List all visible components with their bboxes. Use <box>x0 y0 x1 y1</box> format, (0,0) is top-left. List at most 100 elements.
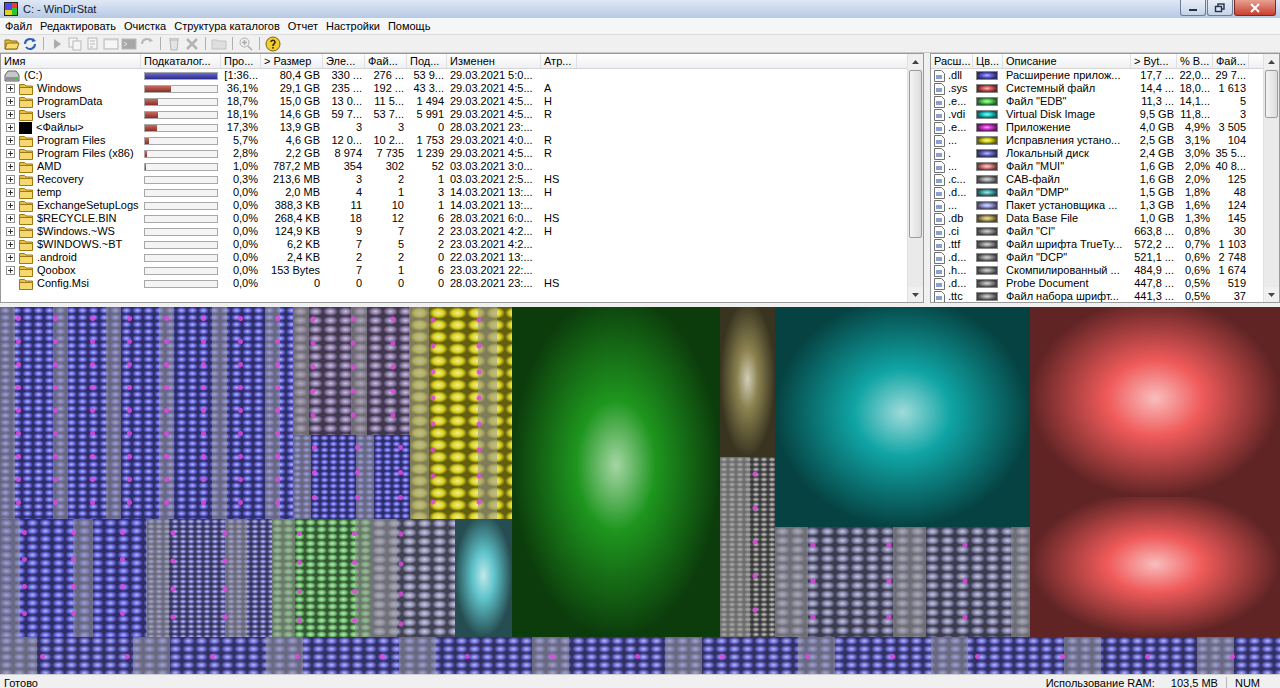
treemap-tile[interactable] <box>0 307 293 519</box>
extension-row[interactable]: .ciФайл "CI"663,8 ...0,8%30 <box>931 225 1263 238</box>
directory-row[interactable]: ProgramData18,7%15,0 GB13 0...11 5...1 4… <box>1 95 907 108</box>
extension-row[interactable]: .ttfФайл шрифта TrueTy...572,2 ...0,7%1 … <box>931 238 1263 251</box>
column-header[interactable]: Эле... <box>323 54 365 68</box>
toolbar-button[interactable] <box>22 36 38 52</box>
treemap-tile[interactable] <box>1030 307 1280 497</box>
treemap-tile[interactable] <box>512 307 720 637</box>
scroll-track[interactable] <box>1264 69 1279 287</box>
treemap-tile[interactable] <box>293 307 410 435</box>
scroll-down-button[interactable] <box>908 287 923 302</box>
column-header[interactable]: Фай... <box>1213 54 1249 68</box>
treemap-tile[interactable] <box>1030 497 1280 637</box>
extension-row[interactable]: .ttcФайл набора шрифт...441,3 ...0,5%37 <box>931 290 1263 302</box>
expand-button[interactable] <box>6 162 15 171</box>
toolbar-button[interactable] <box>49 36 65 52</box>
directory-row[interactable]: <Файлы>17,3%13,9 GB33028.03.2021 23:... <box>1 121 907 134</box>
column-header[interactable]: Фай... <box>365 54 407 68</box>
expand-button[interactable] <box>6 240 15 249</box>
close-button[interactable] <box>1234 0 1276 16</box>
directory-row[interactable]: $Windows.~WS0,0%124,9 KB97223.03.2021 4:… <box>1 225 907 238</box>
treemap-tile[interactable] <box>775 527 1030 637</box>
scroll-thumb[interactable] <box>1265 70 1278 118</box>
treemap-tile[interactable] <box>0 637 1280 674</box>
expand-button[interactable] <box>6 253 15 262</box>
extension-row[interactable]: ...Исправления устано...2,5 GB3,1%104 <box>931 134 1263 147</box>
expand-button[interactable] <box>6 175 15 184</box>
column-header[interactable]: Под... <box>407 54 447 68</box>
extension-row[interactable]: .d...Файл "DMP"1,5 GB1,8%48 <box>931 186 1263 199</box>
expand-button[interactable] <box>6 123 15 132</box>
scroll-thumb[interactable] <box>909 70 922 238</box>
extension-row[interactable]: .vdiVirtual Disk Image9,5 GB11,8...3 <box>931 108 1263 121</box>
menu-item[interactable]: Структура каталогов <box>171 19 285 34</box>
toolbar-button[interactable] <box>238 36 254 52</box>
scroll-up-button[interactable] <box>1264 54 1279 69</box>
treemap[interactable] <box>0 307 1280 674</box>
treemap-tile[interactable] <box>372 519 455 637</box>
menu-item[interactable]: Помощь <box>385 19 436 34</box>
expand-button[interactable] <box>6 110 15 119</box>
menu-item[interactable]: Отчет <box>285 19 323 34</box>
toolbar-button[interactable] <box>121 36 137 52</box>
scroll-up-button[interactable] <box>908 54 923 69</box>
scroll-down-button[interactable] <box>1264 287 1279 302</box>
column-header[interactable]: > Размер <box>261 54 323 68</box>
expand-button[interactable] <box>6 201 15 210</box>
extension-row[interactable]: .h...Скомпилированный ...484,9 ...0,6%1 … <box>931 264 1263 277</box>
extension-row[interactable]: .d...Probe Document447,8 ...0,5%519 <box>931 277 1263 290</box>
directory-row[interactable]: Windows36,1%29,1 GB235 ...192 ...43 3...… <box>1 82 907 95</box>
extension-row[interactable]: .dllРасширение прилож...17,7 ...22,0...2… <box>931 69 1263 82</box>
directory-row[interactable]: $WINDOWS.~BT0,0%6,2 KB75223.03.2021 4:2.… <box>1 238 907 251</box>
extension-row[interactable]: .d...Файл "DCP"521,1 ...0,6%2 748 <box>931 251 1263 264</box>
directory-row[interactable]: Qoobox0,0%153 Bytes71623.03.2021 22:... <box>1 264 907 277</box>
directory-row[interactable]: Program Files (x86)2,8%2,2 GB8 9747 7351… <box>1 147 907 160</box>
column-header[interactable]: Описание <box>1003 54 1131 68</box>
extension-row[interactable]: ...Пакет установщика ...1,3 GB1,6%124 <box>931 199 1263 212</box>
directory-row[interactable]: Program Files5,7%4,6 GB12 0...10 2...1 7… <box>1 134 907 147</box>
extension-row[interactable]: .dbData Base File1,0 GB1,3%145 <box>931 212 1263 225</box>
vertical-scrollbar[interactable] <box>907 54 923 302</box>
toolbar-button[interactable] <box>4 36 20 52</box>
toolbar-button[interactable] <box>184 36 200 52</box>
menu-item[interactable]: Редактировать <box>37 19 121 34</box>
treemap-tile[interactable] <box>410 307 512 519</box>
directory-row[interactable]: .android0,0%2,4 KB22022.03.2021 13:... <box>1 251 907 264</box>
menu-item[interactable]: Настройки <box>323 19 385 34</box>
treemap-tile[interactable] <box>455 519 512 637</box>
directory-row[interactable]: temp0,0%2,0 MB41314.03.2021 13:...H <box>1 186 907 199</box>
minimize-button[interactable] <box>1180 0 1206 16</box>
vertical-scrollbar[interactable] <box>1263 54 1279 302</box>
column-header[interactable]: > Byt... <box>1131 54 1177 68</box>
extension-row[interactable]: .c...CAB-файл1,6 GB2,0%125 <box>931 173 1263 186</box>
treemap-tile[interactable] <box>775 307 1030 527</box>
treemap-tile[interactable] <box>147 519 272 637</box>
directory-row[interactable]: $RECYCLE.BIN0,0%268,4 KB1812628.03.2021 … <box>1 212 907 225</box>
expand-button[interactable] <box>6 266 15 275</box>
treemap-tile[interactable] <box>720 307 775 457</box>
expand-button[interactable] <box>6 84 15 93</box>
column-header[interactable]: Атр... <box>541 54 577 68</box>
toolbar-button[interactable] <box>265 36 281 52</box>
treemap-tile[interactable] <box>272 519 372 637</box>
extension-row[interactable]: .e...Файл "EDB"11,3 ...14,1...5 <box>931 95 1263 108</box>
treemap-tile[interactable] <box>293 435 410 519</box>
column-header[interactable]: Про... <box>221 54 261 68</box>
column-header[interactable]: Имя <box>1 54 141 68</box>
directory-row[interactable]: Users18,1%14,6 GB59 7...53 7...5 99129.0… <box>1 108 907 121</box>
extension-row[interactable]: .sysСистемный файл14,4 ...18,0...1 613 <box>931 82 1263 95</box>
expand-button[interactable] <box>6 136 15 145</box>
expand-button[interactable] <box>6 188 15 197</box>
toolbar-button[interactable] <box>103 36 119 52</box>
toolbar-button[interactable] <box>85 36 101 52</box>
toolbar-button[interactable] <box>211 36 227 52</box>
scroll-track[interactable] <box>908 69 923 287</box>
toolbar-button[interactable] <box>67 36 83 52</box>
column-header[interactable]: Цв... <box>973 54 1003 68</box>
treemap-tile[interactable] <box>720 457 775 637</box>
expand-button[interactable] <box>6 97 15 106</box>
extension-row[interactable]: .Локальный диск2,4 GB3,0%35 5... <box>931 147 1263 160</box>
column-header[interactable]: % B... <box>1177 54 1213 68</box>
treemap-tile[interactable] <box>0 519 147 637</box>
directory-row[interactable]: ExchangeSetupLogs0,0%388,3 KB1110114.03.… <box>1 199 907 212</box>
directory-row[interactable]: Config.Msi0,0%000028.03.2021 23:...HS <box>1 277 907 290</box>
